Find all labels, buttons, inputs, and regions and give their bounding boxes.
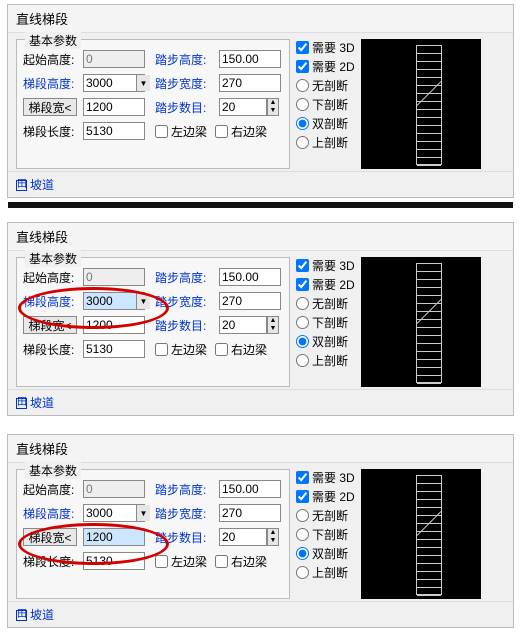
step-count-input[interactable] <box>219 98 267 116</box>
cut-up-radio[interactable]: 上剖断 <box>296 134 355 151</box>
seg-height-label: 梯段高度: <box>23 293 79 310</box>
step-width-label: 踏步宽度: <box>155 293 215 310</box>
cut-none-radio[interactable]: 无剖断 <box>296 507 355 524</box>
need-2d-checkbox[interactable]: 需要 2D <box>296 488 355 505</box>
cut-both-radio[interactable]: 双剖断 <box>296 115 355 132</box>
step-count-input[interactable] <box>219 528 267 546</box>
cut-none-radio[interactable]: 无剖断 <box>296 295 355 312</box>
cut-both-radio[interactable]: 双剖断 <box>296 333 355 350</box>
spinner-updown-icon[interactable]: ▲▼ <box>267 528 279 546</box>
start-height-label: 起始高度: <box>23 51 79 68</box>
seg-height-combo[interactable] <box>83 74 145 92</box>
group-legend: 基本参数 <box>25 250 81 267</box>
seg-width-button[interactable]: 梯段宽< <box>23 98 77 116</box>
basic-params-group: 基本参数起始高度:踏步高度:梯段高度:▼踏步宽度:梯段宽<踏步数目:▲▼梯段长度… <box>16 469 290 599</box>
group-legend: 基本参数 <box>25 462 81 479</box>
step-height-label: 踏步高度: <box>155 269 215 286</box>
group-legend: 基本参数 <box>25 32 81 49</box>
cut-down-radio[interactable]: 下剖断 <box>296 526 355 543</box>
start-height-input <box>83 268 145 286</box>
seg-length-label: 梯段长度: <box>23 123 79 140</box>
stair-panel: 直线梯段基本参数起始高度:踏步高度:梯段高度:▼踏步宽度:梯段宽<踏步数目:▲▼… <box>7 434 514 628</box>
need-3d-checkbox[interactable]: 需要 3D <box>296 257 355 274</box>
step-height-input[interactable] <box>219 480 281 498</box>
step-count-label: 踏步数目: <box>155 529 215 546</box>
stair-preview <box>361 469 481 599</box>
cut-up-radio[interactable]: 上剖断 <box>296 564 355 581</box>
right-beam-checkbox[interactable]: 右边梁 <box>215 341 267 358</box>
seg-width-input[interactable] <box>83 98 145 116</box>
stair-panel: 直线梯段基本参数起始高度:踏步高度:梯段高度:▼踏步宽度:梯段宽<踏步数目:▲▼… <box>7 222 514 416</box>
need-3d-checkbox[interactable]: 需要 3D <box>296 469 355 486</box>
step-height-label: 踏步高度: <box>155 481 215 498</box>
step-height-label: 踏步高度: <box>155 51 215 68</box>
left-beam-checkbox[interactable]: 左边梁 <box>155 123 207 140</box>
step-width-input[interactable] <box>219 74 281 92</box>
need-2d-checkbox[interactable]: 需要 2D <box>296 276 355 293</box>
left-beam-checkbox[interactable]: 左边梁 <box>155 341 207 358</box>
step-width-input[interactable] <box>219 504 281 522</box>
right-beam-checkbox[interactable]: 右边梁 <box>215 123 267 140</box>
stair-panel: 直线梯段基本参数起始高度:踏步高度:梯段高度:▼踏步宽度:梯段宽<踏步数目:▲▼… <box>7 4 514 198</box>
panel-title: 直线梯段 <box>8 5 513 33</box>
step-width-label: 踏步宽度: <box>155 505 215 522</box>
start-height-label: 起始高度: <box>23 481 79 498</box>
ramp-expand-link[interactable]: 田坡道 <box>16 396 54 410</box>
step-height-input[interactable] <box>219 268 281 286</box>
cut-none-radio[interactable]: 无剖断 <box>296 77 355 94</box>
stair-preview <box>361 39 481 169</box>
stair-preview <box>361 257 481 387</box>
seg-length-input[interactable] <box>83 122 145 140</box>
step-count-label: 踏步数目: <box>155 317 215 334</box>
cut-up-radio[interactable]: 上剖断 <box>296 352 355 369</box>
cut-down-radio[interactable]: 下剖断 <box>296 96 355 113</box>
expand-box-icon: 田 <box>16 398 27 409</box>
ramp-expand-link[interactable]: 田坡道 <box>16 178 54 192</box>
step-width-label: 踏步宽度: <box>155 75 215 92</box>
seg-height-combo[interactable] <box>83 504 145 522</box>
step-width-input[interactable] <box>219 292 281 310</box>
left-beam-checkbox[interactable]: 左边梁 <box>155 553 207 570</box>
seg-width-button[interactable]: 梯段宽< <box>23 316 77 334</box>
view-options: 需要 3D 需要 2D 无剖断下剖断双剖断上剖断 <box>296 39 355 169</box>
seg-height-combo[interactable] <box>83 292 145 310</box>
spinner-updown-icon[interactable]: ▲▼ <box>267 316 279 334</box>
cut-down-radio[interactable]: 下剖断 <box>296 314 355 331</box>
ramp-expand-link[interactable]: 田坡道 <box>16 608 54 622</box>
start-height-label: 起始高度: <box>23 269 79 286</box>
start-height-input <box>83 50 145 68</box>
seg-height-label: 梯段高度: <box>23 505 79 522</box>
seg-length-label: 梯段长度: <box>23 553 79 570</box>
seg-length-input[interactable] <box>83 340 145 358</box>
basic-params-group: 基本参数起始高度:踏步高度:梯段高度:▼踏步宽度:梯段宽<踏步数目:▲▼梯段长度… <box>16 39 290 169</box>
step-count-label: 踏步数目: <box>155 99 215 116</box>
view-options: 需要 3D 需要 2D 无剖断下剖断双剖断上剖断 <box>296 469 355 599</box>
step-count-input[interactable] <box>219 316 267 334</box>
seg-length-label: 梯段长度: <box>23 341 79 358</box>
spinner-updown-icon[interactable]: ▲▼ <box>267 98 279 116</box>
cut-both-radio[interactable]: 双剖断 <box>296 545 355 562</box>
panel-title: 直线梯段 <box>8 223 513 251</box>
basic-params-group: 基本参数起始高度:踏步高度:梯段高度:▼踏步宽度:梯段宽<踏步数目:▲▼梯段长度… <box>16 257 290 387</box>
expand-box-icon: 田 <box>16 610 27 621</box>
step-height-input[interactable] <box>219 50 281 68</box>
panel-title: 直线梯段 <box>8 435 513 463</box>
expand-box-icon: 田 <box>16 180 27 191</box>
need-2d-checkbox[interactable]: 需要 2D <box>296 58 355 75</box>
view-options: 需要 3D 需要 2D 无剖断下剖断双剖断上剖断 <box>296 257 355 387</box>
seg-height-label: 梯段高度: <box>23 75 79 92</box>
right-beam-checkbox[interactable]: 右边梁 <box>215 553 267 570</box>
seg-width-input[interactable] <box>83 316 145 334</box>
need-3d-checkbox[interactable]: 需要 3D <box>296 39 355 56</box>
seg-width-button[interactable]: 梯段宽< <box>23 528 77 546</box>
seg-length-input[interactable] <box>83 552 145 570</box>
start-height-input <box>83 480 145 498</box>
seg-width-input[interactable] <box>83 528 145 546</box>
